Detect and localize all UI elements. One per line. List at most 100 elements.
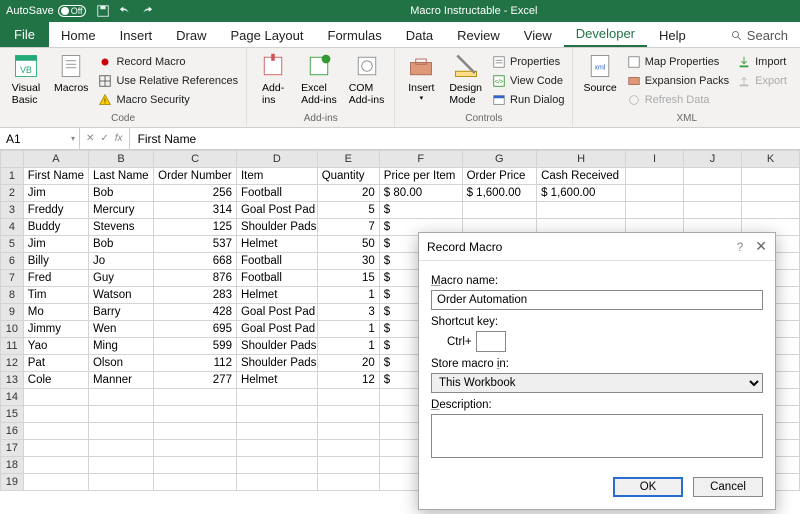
cell[interactable] [23, 474, 88, 491]
tab-help[interactable]: Help [647, 23, 698, 47]
cell[interactable]: Jo [88, 253, 153, 270]
insert-control-button[interactable]: Insert▾ [401, 50, 441, 104]
cell[interactable]: Order Number [154, 168, 237, 185]
cell[interactable] [236, 474, 317, 491]
cell[interactable] [462, 202, 537, 219]
row-head[interactable]: 16 [1, 423, 24, 440]
close-icon[interactable]: ✕ [755, 238, 767, 255]
cell[interactable]: 12 [317, 372, 379, 389]
cell[interactable]: 695 [154, 321, 237, 338]
cell[interactable]: Football [236, 185, 317, 202]
cell[interactable]: Wen [88, 321, 153, 338]
run-dialog-button[interactable]: Run Dialog [490, 92, 566, 108]
cell[interactable] [236, 457, 317, 474]
cell[interactable]: Helmet [236, 372, 317, 389]
row-head[interactable]: 17 [1, 440, 24, 457]
row-head[interactable]: 9 [1, 304, 24, 321]
tab-insert[interactable]: Insert [108, 23, 165, 47]
col-I[interactable]: I [626, 151, 684, 168]
cell[interactable]: Billy [23, 253, 88, 270]
export-button[interactable]: Export [735, 73, 789, 89]
cell[interactable]: 314 [154, 202, 237, 219]
formula-input[interactable]: First Name [130, 132, 800, 146]
map-properties-button[interactable]: Map Properties [625, 54, 731, 70]
row-head[interactable]: 11 [1, 338, 24, 355]
cell[interactable]: 283 [154, 287, 237, 304]
source-button[interactable]: xmlSource [579, 50, 620, 97]
cell[interactable] [684, 168, 742, 185]
cell[interactable]: Goal Post Pad [236, 202, 317, 219]
cell[interactable] [684, 202, 742, 219]
row-head[interactable]: 3 [1, 202, 24, 219]
cell[interactable]: First Name [23, 168, 88, 185]
redo-icon[interactable] [140, 4, 154, 18]
cell[interactable] [317, 440, 379, 457]
cell[interactable]: $ 80.00 [379, 185, 462, 202]
cell[interactable] [317, 423, 379, 440]
cell[interactable]: Jimmy [23, 321, 88, 338]
cell[interactable]: Shoulder Pads [236, 338, 317, 355]
cell[interactable]: $ [379, 202, 462, 219]
row-head[interactable]: 7 [1, 270, 24, 287]
cell[interactable] [23, 389, 88, 406]
cell[interactable]: 20 [317, 355, 379, 372]
cell[interactable] [154, 457, 237, 474]
cell[interactable] [236, 389, 317, 406]
row-head[interactable]: 10 [1, 321, 24, 338]
cell[interactable] [154, 474, 237, 491]
macro-security-button[interactable]: !Macro Security [96, 92, 240, 108]
col-K[interactable]: K [742, 151, 800, 168]
excel-addins-button[interactable]: Excel Add-ins [297, 50, 341, 108]
cell[interactable]: 7 [317, 219, 379, 236]
cell[interactable]: Helmet [236, 287, 317, 304]
cell[interactable]: Freddy [23, 202, 88, 219]
row-head[interactable]: 14 [1, 389, 24, 406]
cell[interactable]: 125 [154, 219, 237, 236]
cell[interactable]: Order Price [462, 168, 537, 185]
cell[interactable]: Ming [88, 338, 153, 355]
cell[interactable]: Guy [88, 270, 153, 287]
tab-developer[interactable]: Developer [564, 21, 647, 47]
cell[interactable] [23, 423, 88, 440]
table-row[interactable]: 1 First Name Last Name Order Number Item… [1, 168, 800, 185]
cell[interactable]: 3 [317, 304, 379, 321]
cell[interactable]: Cash Received [537, 168, 626, 185]
cell[interactable]: Football [236, 253, 317, 270]
cell[interactable]: Mercury [88, 202, 153, 219]
column-headers[interactable]: A B C D E F G H I J K [1, 151, 800, 168]
col-G[interactable]: G [462, 151, 537, 168]
cell[interactable]: Goal Post Pad [236, 304, 317, 321]
cell[interactable]: Buddy [23, 219, 88, 236]
row-head[interactable]: 18 [1, 457, 24, 474]
cell[interactable] [684, 185, 742, 202]
cell[interactable] [88, 474, 153, 491]
cell[interactable]: Goal Post Pad [236, 321, 317, 338]
view-code-button[interactable]: </>View Code [490, 73, 566, 89]
cell[interactable]: $ 1,600.00 [537, 185, 626, 202]
macro-name-input[interactable] [431, 290, 763, 310]
cell[interactable]: 428 [154, 304, 237, 321]
properties-button[interactable]: Properties [490, 54, 566, 70]
col-H[interactable]: H [537, 151, 626, 168]
cell[interactable]: 277 [154, 372, 237, 389]
col-D[interactable]: D [236, 151, 317, 168]
addins-button[interactable]: Add- ins [253, 50, 293, 108]
row-head[interactable]: 6 [1, 253, 24, 270]
design-mode-button[interactable]: Design Mode [445, 50, 486, 108]
row-head[interactable]: 15 [1, 406, 24, 423]
cell[interactable]: Cole [23, 372, 88, 389]
row-head[interactable]: 5 [1, 236, 24, 253]
cell[interactable]: 1 [317, 321, 379, 338]
cell[interactable]: Last Name [88, 168, 153, 185]
cell[interactable] [317, 389, 379, 406]
cell[interactable]: Shoulder Pads [236, 219, 317, 236]
cell[interactable] [317, 406, 379, 423]
cell[interactable]: Item [236, 168, 317, 185]
cell[interactable] [626, 168, 684, 185]
refresh-data-button[interactable]: Refresh Data [625, 92, 731, 108]
cell[interactable] [236, 440, 317, 457]
autosave-toggle[interactable]: AutoSave Off [6, 5, 86, 17]
row-head[interactable]: 19 [1, 474, 24, 491]
tab-review[interactable]: Review [445, 23, 512, 47]
cell[interactable]: Mo [23, 304, 88, 321]
